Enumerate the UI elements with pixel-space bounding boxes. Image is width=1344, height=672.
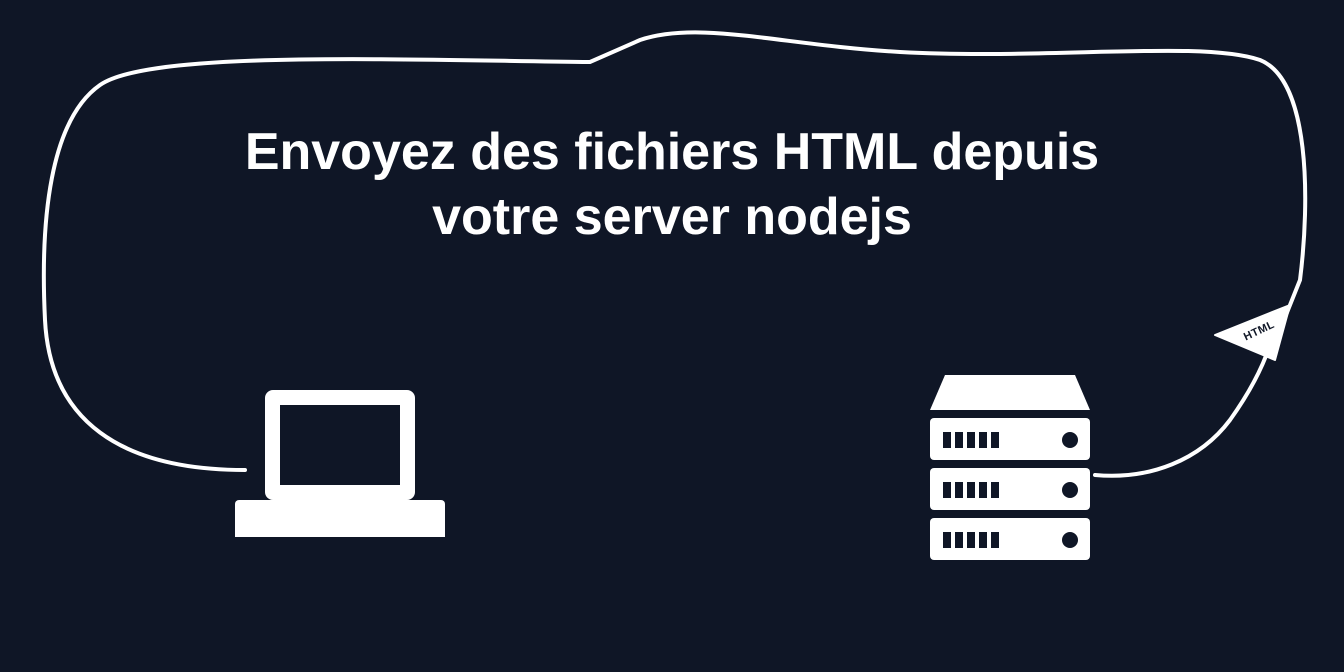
connection-path [0, 0, 1344, 672]
server-icon [925, 370, 1095, 570]
title-line-1: Envoyez des fichiers HTML depuis [245, 123, 1099, 181]
main-title: Envoyez des fichiers HTML depuis votre s… [122, 120, 1222, 250]
laptop-icon [230, 380, 450, 560]
title-line-2: votre server nodejs [432, 188, 912, 246]
